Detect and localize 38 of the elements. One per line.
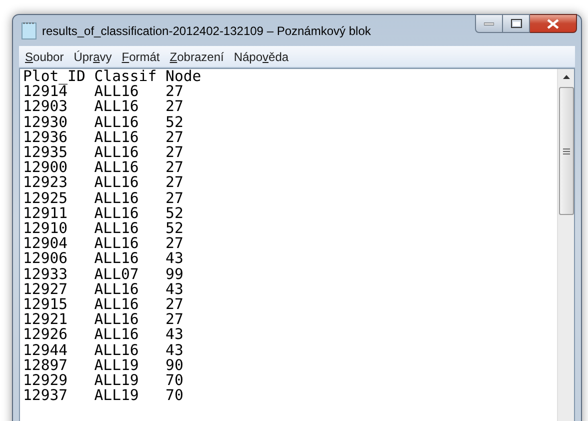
text-line: 12910 ALL16 52 [23,221,184,236]
text-line: 12930 ALL16 52 [23,114,184,130]
minimize-button[interactable] [475,14,503,33]
menu-item[interactable]: Úpravy [70,46,116,66]
text-line: 12936 ALL16 27 [23,130,184,146]
text-line: 12925 ALL16 27 [23,190,184,206]
text-line: 12915 ALL16 27 [23,297,184,312]
text-line: 12904 ALL16 27 [23,236,184,252]
maximize-icon [510,19,522,28]
scroll-thumb[interactable] [558,87,574,215]
text-line: 12923 ALL16 27 [23,175,184,191]
menu-item[interactable]: Soubor [21,46,68,66]
window-title: results_of_classification-2012402-132109 – Poznámkový blok [42,22,371,40]
menu-item[interactable]: Zobrazení [166,46,228,66]
close-icon [547,18,559,28]
text-line: 12933 ALL07 99 [23,266,184,282]
text-line: 12921 ALL16 27 [23,312,184,328]
text-line: 12935 ALL16 27 [23,145,184,160]
minimize-icon [484,22,494,26]
menu-item[interactable]: Nápověda [230,46,293,66]
text-line: 12906 ALL16 43 [23,251,184,267]
text-line: 12937 ALL19 70 [23,388,184,404]
notepad-icon [21,22,37,40]
text-line: 12900 ALL16 27 [23,160,184,176]
text-line: 12911 ALL16 52 [23,206,184,222]
maximize-button[interactable] [503,14,530,33]
text-line: 12929 ALL19 70 [23,373,184,388]
text-line: 12926 ALL16 43 [23,327,184,343]
menu-item[interactable]: Formát [118,46,164,66]
text-line: 12903 ALL16 27 [23,99,184,115]
close-button[interactable] [530,14,577,33]
text-line: 12897 ALL19 90 [23,358,184,374]
up-arrow-icon [562,75,570,79]
grip-icon [562,148,570,154]
text-line: Plot_ID Classif Node [23,69,202,84]
text-line: 12944 ALL16 43 [23,342,184,358]
text-line: 12914 ALL16 27 [23,84,184,100]
text-line: 12927 ALL16 43 [23,282,184,298]
